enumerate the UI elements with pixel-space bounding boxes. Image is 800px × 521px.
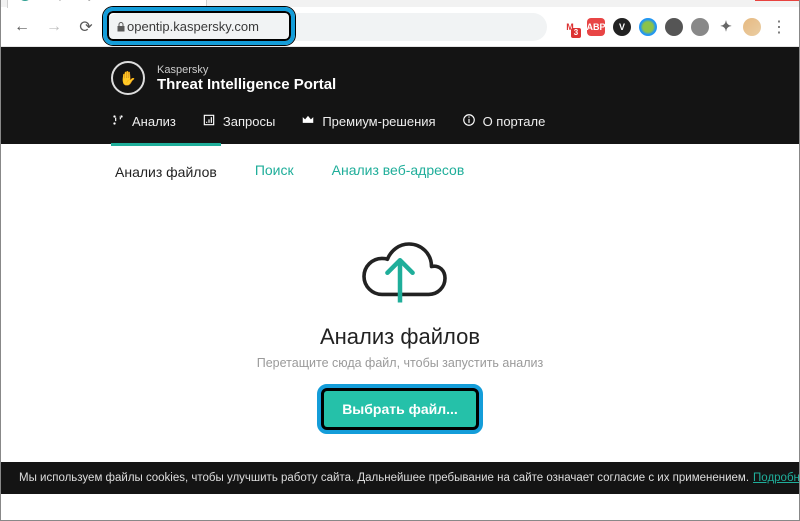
address-url: opentip.kaspersky.com — [127, 19, 259, 34]
ext-round1-icon[interactable] — [665, 18, 683, 36]
window-close-button[interactable]: ✕ — [755, 0, 799, 1]
top-nav: Анализ Запросы Премиум-решения О портале — [111, 105, 689, 144]
info-icon — [462, 113, 476, 130]
ext-abp-icon[interactable]: ABP — [587, 18, 605, 36]
site-brand: ✋ Kaspersky Threat Intelligence Portal — [111, 47, 689, 105]
nav-analysis[interactable]: Анализ — [111, 113, 176, 130]
nav-analysis-label: Анализ — [132, 114, 176, 129]
extension-icons: M ABP V ✦ — [561, 18, 761, 36]
address-bar[interactable]: opentip.kaspersky.com — [105, 13, 547, 41]
browser-menu-button[interactable]: ⋮ — [767, 17, 791, 37]
ext-round2-icon[interactable] — [691, 18, 709, 36]
page-tabs: Анализ файлов Поиск Анализ веб-адресов — [111, 144, 689, 195]
nav-about[interactable]: О портале — [462, 113, 546, 130]
window-maximize-button[interactable]: ☐ — [711, 0, 755, 1]
nav-reload-button[interactable]: ⟳ — [73, 14, 99, 40]
tab-file-analysis[interactable]: Анализ файлов — [111, 143, 221, 194]
cookie-more-label: Подробнее — [753, 472, 799, 484]
browser-tab-active[interactable]: Kaspersky Threat Intelligence Po × — [7, 0, 207, 8]
browser-toolbar: ← → ⟳ opentip.kaspersky.com M ABP V ✦ ⋮ — [1, 7, 799, 47]
cloud-upload-icon — [345, 217, 455, 307]
site-header: ✋ Kaspersky Threat Intelligence Portal А… — [1, 47, 799, 144]
branch-icon — [111, 113, 125, 130]
upload-panel: Анализ файлов Перетащите сюда файл, чтоб… — [111, 195, 689, 434]
new-tab-button[interactable]: + — [213, 0, 243, 7]
nav-about-label: О портале — [483, 114, 546, 129]
brand-line1: Kaspersky — [157, 64, 336, 76]
tab-file-analysis-label: Анализ файлов — [115, 164, 217, 180]
panel-subtitle: Перетащите сюда файл, чтобы запустить ан… — [111, 356, 689, 370]
tab-search[interactable]: Поиск — [251, 144, 298, 194]
nav-forward-button[interactable]: → — [41, 14, 67, 40]
main-content: Анализ файлов Поиск Анализ веб-адресов А… — [1, 144, 799, 494]
profile-avatar-icon[interactable] — [743, 18, 761, 36]
ext-gmail-icon[interactable]: M — [561, 18, 579, 36]
nav-premium-label: Премиум-решения — [322, 114, 435, 129]
nav-requests[interactable]: Запросы — [202, 113, 275, 130]
choose-file-highlight: Выбрать файл... — [317, 384, 483, 434]
page-content: ✋ Kaspersky Threat Intelligence Portal А… — [1, 47, 799, 494]
tab-title: Kaspersky Threat Intelligence Po — [38, 0, 182, 1]
tab-url-analysis-label: Анализ веб-адресов — [332, 162, 465, 178]
extensions-icon[interactable]: ✦ — [717, 18, 735, 36]
tab-close-icon[interactable]: × — [188, 0, 196, 2]
nav-premium[interactable]: Премиум-решения — [301, 113, 435, 130]
nav-back-button[interactable]: ← — [9, 14, 35, 40]
nav-requests-label: Запросы — [223, 114, 275, 129]
crown-icon — [301, 113, 315, 130]
cookie-text: Мы используем файлы cookies, чтобы улучш… — [19, 472, 749, 484]
ext-dark-icon[interactable]: V — [613, 18, 631, 36]
browser-tabstrip: Kaspersky Threat Intelligence Po × + — ☐… — [1, 0, 799, 7]
tab-favicon — [18, 0, 32, 1]
cookie-more-link[interactable]: Подробнее — [753, 472, 799, 484]
chart-icon — [202, 113, 216, 130]
tab-url-analysis[interactable]: Анализ веб-адресов — [328, 144, 469, 194]
lock-icon — [115, 21, 127, 33]
panel-title: Анализ файлов — [111, 324, 689, 350]
ext-globe-icon[interactable] — [639, 18, 657, 36]
brand-logo-icon: ✋ — [111, 61, 145, 95]
brand-line2: Threat Intelligence Portal — [157, 76, 336, 93]
window-minimize-button[interactable]: — — [667, 0, 711, 1]
choose-file-button[interactable]: Выбрать файл... — [324, 391, 476, 427]
cookie-banner: Мы используем файлы cookies, чтобы улучш… — [1, 462, 799, 494]
choose-file-label: Выбрать файл... — [342, 401, 458, 417]
tab-search-label: Поиск — [255, 162, 294, 178]
